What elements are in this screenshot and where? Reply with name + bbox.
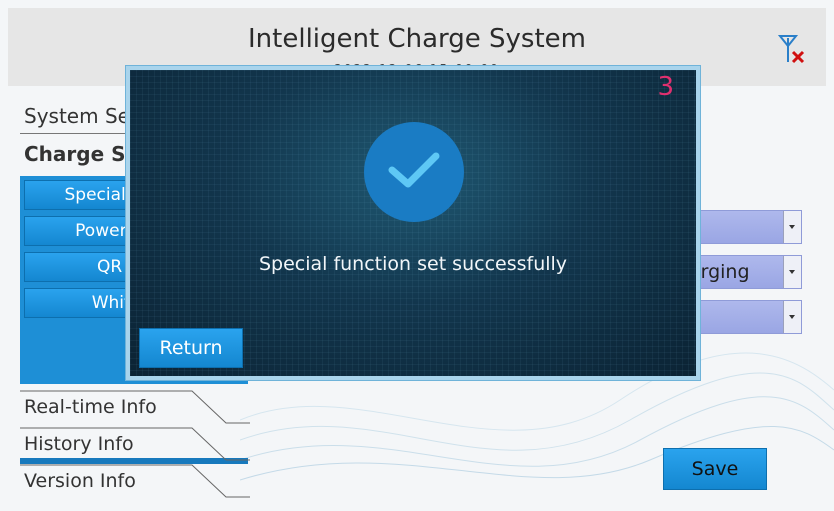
save-button[interactable]: Save: [663, 448, 767, 490]
sidebar-item-realtime-info[interactable]: Real-time Info: [20, 390, 250, 426]
sidebar-item-label: History Info: [24, 433, 134, 455]
chevron-down-icon[interactable]: [783, 301, 801, 333]
dialog-message: Special function set successfully: [258, 253, 568, 275]
checkmark-icon: [388, 152, 440, 188]
sidebar-item-version-info[interactable]: Version Info: [20, 464, 250, 500]
dropdown-3[interactable]: [690, 300, 802, 334]
sidebar-item-label: Real-time Info: [24, 396, 157, 418]
no-signal-antenna-icon: [777, 35, 805, 64]
return-button[interactable]: Return: [139, 328, 243, 368]
dropdown-1[interactable]: [690, 210, 802, 244]
success-dialog: 3 Special function set successfully Retu…: [126, 66, 700, 380]
sidebar-item-history-info[interactable]: History Info: [20, 427, 250, 463]
checkmark-circle-icon: [364, 122, 464, 222]
countdown-timer: 3: [657, 72, 674, 102]
charge-mode-dropdown[interactable]: Plug and Charging: [690, 255, 802, 289]
sidebar-item-label: Version Info: [24, 470, 136, 492]
chevron-down-icon[interactable]: [783, 256, 801, 288]
app-title: Intelligent Charge System: [248, 24, 586, 54]
chevron-down-icon[interactable]: [783, 211, 801, 243]
